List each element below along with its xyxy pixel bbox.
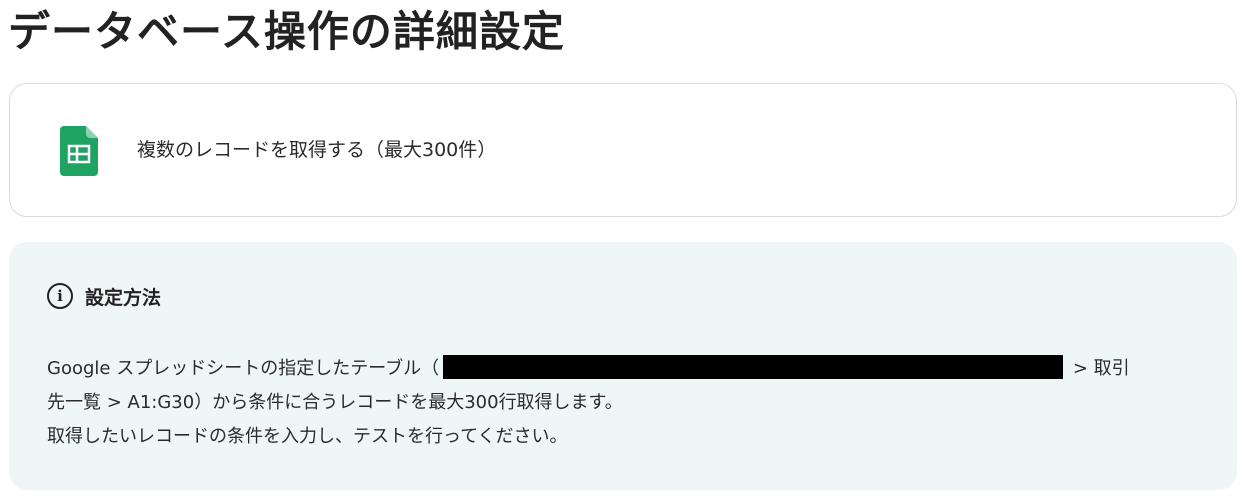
action-card[interactable]: 複数のレコードを取得する（最大300件） bbox=[9, 83, 1237, 217]
info-line-1-prefix: Google スプレッドシートの指定したテーブル（ bbox=[47, 358, 440, 379]
info-line-1: Google スプレッドシートの指定したテーブル（ > 取引 bbox=[47, 352, 1217, 386]
info-circle-icon: i bbox=[47, 283, 73, 309]
info-line-1-suffix: > 取引 bbox=[1067, 358, 1130, 379]
info-body: Google スプレッドシートの指定したテーブル（ > 取引 先一覧 > A1:… bbox=[47, 352, 1217, 454]
google-sheets-icon bbox=[60, 126, 98, 176]
info-header: i 設定方法 bbox=[47, 282, 161, 310]
info-title: 設定方法 bbox=[85, 286, 162, 309]
redacted-block bbox=[443, 355, 1064, 379]
info-line-3: 取得したいレコードの条件を入力し、テストを行ってください。 bbox=[47, 426, 568, 447]
info-line-2: 先一覧 > A1:G30）から条件に合うレコードを最大300行取得します。 bbox=[47, 392, 623, 413]
action-label: 複数のレコードを取得する（最大300件） bbox=[137, 139, 497, 161]
info-panel: i 設定方法 Google スプレッドシートの指定したテーブル（ > 取引 先一… bbox=[9, 242, 1237, 490]
page-title: データベース操作の詳細設定 bbox=[8, 7, 565, 56]
